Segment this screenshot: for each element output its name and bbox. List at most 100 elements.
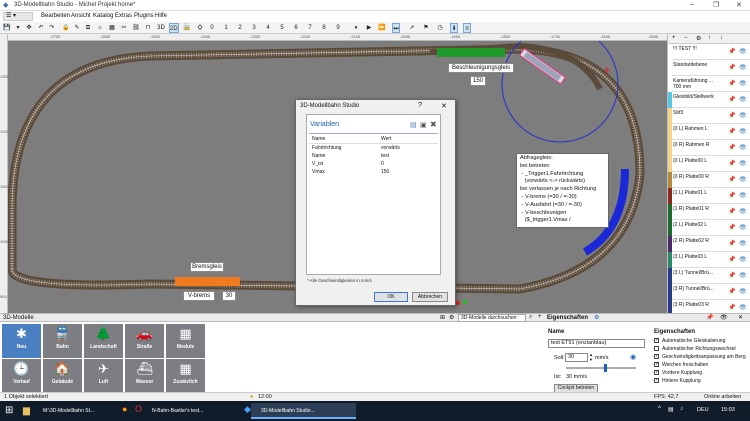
layer-item[interactable]: (2 L) Platte02 L 📌 👁 [668, 220, 750, 236]
eye-icon[interactable]: 👁 [739, 128, 747, 135]
label-beschleunigungsgleis[interactable]: Beschleunigungsgleis [448, 63, 514, 73]
layer-item[interactable]: Gleisbild/Stellwerk 📌 👁 [668, 92, 750, 108]
menu-hilfe[interactable]: Hilfe [155, 13, 167, 19]
cursor-icon[interactable]: ➚ [408, 23, 416, 33]
pin-icon[interactable]: 📌 [728, 272, 735, 279]
camera-key-4[interactable]: 4 [264, 23, 272, 33]
minimize-button[interactable]: – [690, 1, 694, 8]
layer-item[interactable]: (3 L) Tunnel/Brü... 📌 👁 [668, 268, 750, 284]
model-category-5[interactable]: ▦ Module [166, 324, 205, 358]
pointer-icon[interactable]: ✥ [25, 23, 33, 33]
link-icon[interactable]: ⛓ [132, 23, 140, 33]
camera-key-1[interactable]: 1 [222, 23, 230, 33]
camera-key-0[interactable]: 0 [208, 23, 216, 33]
tray-up-icon[interactable]: ^ [658, 406, 661, 412]
soll-input[interactable]: 30 [565, 353, 588, 362]
edit-variable-icon[interactable]: ▣ [420, 121, 427, 129]
checkbox[interactable]: ✓ [654, 370, 659, 375]
variable-row[interactable]: V_ist 0 [307, 161, 440, 169]
variable-row[interactable]: Fahrtrichtung vorwärts [307, 145, 440, 153]
label-vbrems-value[interactable]: 30 [222, 291, 236, 301]
property-checkbox-row[interactable]: ✓ Geschwindigkeitsanpassung am Berg [654, 353, 750, 361]
models-search-input[interactable]: 3D-Modelle durchsuchen [458, 314, 526, 322]
checkbox[interactable] [654, 346, 659, 351]
checkbox[interactable]: ✓ [654, 378, 659, 383]
property-checkbox-row[interactable]: ✓ Automatische Gleiskalierung [654, 337, 750, 345]
label-beschleunigung-value[interactable]: 150 [470, 76, 486, 86]
add-variable-icon[interactable]: ▤ [410, 121, 417, 129]
layer-item[interactable]: Kameraführung ... 700 mm 📌 👁 [668, 76, 750, 92]
train-icon[interactable]: 🚋 [183, 23, 191, 33]
add-panel-icon[interactable]: + [538, 314, 542, 320]
name-input[interactable]: test ET91 (enzianblau) [548, 339, 645, 348]
property-checkbox-row[interactable]: ✓ Weichen freischalten [654, 361, 750, 369]
stop-icon[interactable]: ⏸ [352, 23, 360, 33]
windows-start-icon[interactable]: ⊞ [5, 405, 13, 416]
redo-icon[interactable]: ↷ [48, 23, 56, 33]
pin-icon[interactable]: 📌 [728, 192, 735, 199]
layer-item[interactable]: (2 R) Platte02 R 📌 👁 [668, 236, 750, 252]
pin-icon[interactable]: 📌 [728, 224, 735, 231]
pin-icon[interactable]: 📌 [728, 288, 735, 295]
speed-slider[interactable] [566, 367, 636, 369]
eye-icon[interactable]: 👁 [739, 304, 747, 311]
speed-slider-thumb[interactable] [604, 364, 607, 372]
eye-icon[interactable]: 👁 [739, 224, 747, 231]
fast-forward-icon[interactable]: ⏩ [378, 23, 386, 33]
browser-icon[interactable]: ● [122, 404, 127, 414]
property-checkbox-row[interactable]: ✓ Hintere Kupplung [654, 377, 750, 385]
network-icon[interactable]: ▤ [668, 406, 674, 413]
menu-ansicht[interactable]: Ansicht [71, 13, 91, 19]
pin-icon[interactable]: 📌 [728, 176, 735, 183]
file-menu-icon[interactable]: ☰ ▾ [3, 12, 33, 21]
magnet-icon[interactable]: ⊓ [144, 23, 152, 33]
pin-icon[interactable]: 📌 [728, 160, 735, 167]
label-vbrems[interactable]: V-brems [183, 291, 215, 301]
grid-toggle-icon[interactable]: ⊞ [440, 314, 445, 321]
model-category-8[interactable]: ✈ Luft [84, 359, 123, 393]
eye-icon[interactable]: 👁 [739, 208, 747, 215]
pin-icon[interactable]: 📌 [728, 64, 735, 71]
language-indicator[interactable]: DEU [697, 407, 709, 413]
signal-icon[interactable]: ⛭ [196, 23, 204, 33]
menu-plugins[interactable]: Plugins [134, 13, 154, 19]
model-category-9[interactable]: ⛴ Wasser [125, 359, 164, 393]
checkbox[interactable]: ✓ [654, 362, 659, 367]
pin-icon[interactable]: 📌 [706, 314, 713, 321]
property-checkbox-row[interactable]: ✓ Vordere Kupplung [654, 369, 750, 377]
play-icon[interactable]: ▶ [365, 23, 373, 33]
fastest-icon[interactable]: ⏭ [392, 23, 400, 33]
pin-icon[interactable]: 📌 [728, 208, 735, 215]
camera-key-6[interactable]: 6 [292, 23, 300, 33]
dialog-help-button[interactable]: ? [418, 102, 422, 109]
eye-icon[interactable]: 👁 [739, 96, 747, 103]
sun-icon[interactable]: ☼ [96, 23, 104, 33]
remove-layer-icon[interactable]: − [684, 35, 688, 41]
eye-icon[interactable]: 👁 [739, 48, 747, 55]
layer-item[interactable]: (0 L) Platte00 L 📌 👁 [668, 156, 750, 172]
camera-key-7[interactable]: 7 [306, 23, 314, 33]
model-category-2[interactable]: 🚆 Bahn [43, 324, 82, 358]
folder-icon[interactable]: ▆ [23, 405, 30, 416]
volume-icon[interactable]: ♪ [680, 406, 683, 412]
taskbar-item-explorer[interactable]: M:\3D-Modellbahn St... [33, 403, 118, 419]
model-category-3[interactable]: 🌲 Landschaft [84, 324, 123, 358]
layer-move-up-icon[interactable]: ↑ [708, 35, 711, 41]
eye-icon[interactable]: 👁 [739, 160, 747, 167]
camera-key-3[interactable]: 3 [250, 23, 258, 33]
variable-row[interactable]: Name test [307, 153, 440, 161]
layer-item[interactable]: (1 R) Platte01 R 📌 👁 [668, 204, 750, 220]
layer-item[interactable]: (1 L) Platte01 L 📌 👁 [668, 188, 750, 204]
pin-icon[interactable]: 📌 [728, 304, 735, 311]
eye-icon[interactable]: 👁 [739, 272, 747, 279]
layer-move-down-icon[interactable]: ↓ [720, 35, 723, 41]
pin-icon[interactable]: 📌 [728, 256, 735, 263]
grid-icon[interactable]: ▦ [108, 23, 116, 33]
menu-katalog[interactable]: Katalog [93, 13, 113, 19]
settings-icon[interactable]: ⚙ [696, 35, 701, 42]
pin-icon[interactable]: 📌 [728, 240, 735, 247]
eye-icon[interactable]: 👁 [739, 176, 747, 183]
eye-icon[interactable]: 👁 [720, 314, 728, 321]
layer-item[interactable]: (3 R) Tunnel/Brü... 📌 👁 [668, 284, 750, 300]
eye-icon[interactable]: 👁 [739, 112, 747, 119]
